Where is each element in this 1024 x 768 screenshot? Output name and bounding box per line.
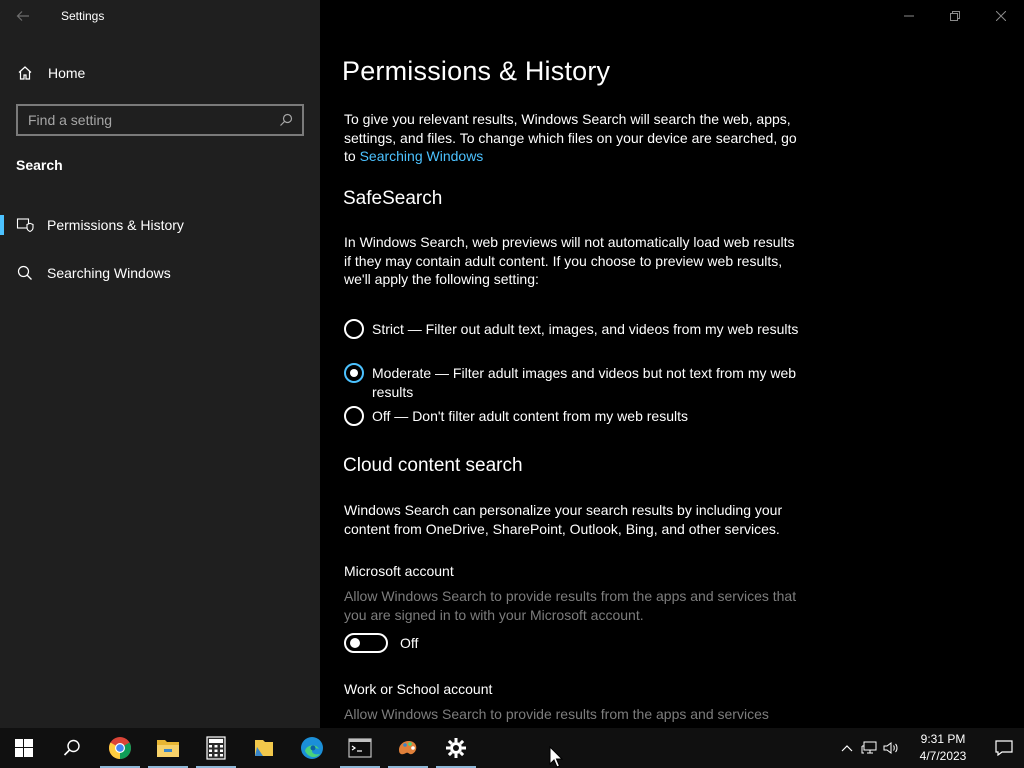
sidebar-item-permissions-history[interactable]: Permissions & History	[0, 205, 320, 245]
back-arrow-icon	[16, 11, 29, 21]
settings-sidebar: Settings Home Search Permissions & Histo…	[0, 0, 320, 728]
page-title: Permissions & History	[342, 56, 611, 86]
taskbar-settings[interactable]	[432, 728, 480, 768]
chevron-up-icon	[841, 745, 853, 752]
settings-icon	[446, 738, 466, 758]
taskbar-folder-app[interactable]	[240, 728, 288, 768]
find-setting-input[interactable]	[28, 112, 278, 128]
back-button[interactable]	[0, 0, 46, 32]
taskbar-calculator[interactable]	[192, 728, 240, 768]
volume-button[interactable]	[880, 728, 902, 768]
edge-icon	[301, 737, 323, 759]
microsoft-account-toggle[interactable]	[344, 633, 388, 653]
sidebar-item-searching-windows[interactable]: Searching Windows	[0, 253, 320, 293]
start-button[interactable]	[0, 728, 48, 768]
taskbar-paint-app[interactable]	[384, 728, 432, 768]
find-setting-box[interactable]	[16, 104, 304, 136]
search-icon	[63, 739, 80, 756]
taskbar-edge[interactable]	[288, 728, 336, 768]
app-title: Settings	[61, 9, 105, 23]
taskbar: 9:31 PM 4/7/2023	[0, 728, 1024, 768]
folder-app-icon	[255, 740, 273, 756]
safesearch-option-moderate[interactable]: Moderate — Filter adult images and video…	[344, 363, 804, 401]
network-icon	[861, 741, 877, 754]
taskbar-search-button[interactable]	[48, 728, 96, 768]
taskbar-chrome[interactable]	[96, 728, 144, 768]
clock-date: 4/7/2023	[919, 749, 967, 763]
search-icon	[16, 264, 34, 282]
safesearch-description: In Windows Search, web previews will not…	[344, 234, 795, 287]
clock-time: 9:31 PM	[920, 732, 966, 746]
cloud-search-heading: Cloud content search	[343, 455, 523, 476]
safesearch-option-strict[interactable]: Strict — Filter out adult text, images, …	[344, 319, 804, 339]
system-tray: 9:31 PM 4/7/2023	[836, 728, 1024, 768]
calculator-icon	[206, 736, 226, 760]
network-button[interactable]	[858, 728, 880, 768]
intro-text: To give you relevant results, Windows Se…	[344, 110, 804, 166]
radio-off[interactable]	[344, 406, 364, 426]
show-hidden-icons-button[interactable]	[836, 728, 858, 768]
terminal-icon	[348, 738, 372, 758]
volume-icon	[883, 742, 898, 754]
radio-label: Strict — Filter out adult text, images, …	[372, 321, 799, 337]
microsoft-account-toggle-row: Off	[344, 633, 418, 653]
titlebar: Settings	[0, 0, 320, 32]
radio-moderate[interactable]	[344, 363, 364, 383]
paint-icon	[399, 740, 417, 755]
searching-windows-link[interactable]: Searching Windows	[360, 148, 484, 164]
radio-strict[interactable]	[344, 319, 364, 339]
safesearch-option-off[interactable]: Off — Don't filter adult content from my…	[344, 406, 804, 426]
radio-label: Moderate — Filter adult images and video…	[372, 365, 797, 400]
action-center-button[interactable]	[984, 728, 1024, 768]
home-icon	[16, 64, 34, 82]
home-nav-item[interactable]: Home	[0, 58, 320, 88]
sidebar-item-label: Permissions & History	[47, 217, 184, 233]
search-icon[interactable]	[278, 112, 294, 128]
clock[interactable]: 9:31 PM 4/7/2023	[908, 731, 978, 765]
radio-label: Off — Don't filter adult content from my…	[372, 408, 688, 424]
taskbar-terminal[interactable]	[336, 728, 384, 768]
work-account-description: Allow Windows Search to provide results …	[344, 706, 769, 722]
microsoft-account-label: Microsoft account	[344, 563, 454, 579]
sidebar-item-label: Searching Windows	[47, 265, 171, 281]
mouse-cursor-icon	[549, 746, 563, 768]
safesearch-heading: SafeSearch	[343, 188, 443, 209]
cloud-search-description: Windows Search can personalize your sear…	[344, 502, 783, 537]
section-label: Search	[16, 157, 63, 173]
work-account-label: Work or School account	[344, 681, 493, 697]
chrome-icon	[109, 737, 131, 759]
taskbar-file-explorer[interactable]	[144, 728, 192, 768]
notification-icon	[995, 740, 1013, 756]
file-explorer-icon	[157, 740, 179, 757]
shield-icon	[16, 216, 34, 234]
home-label: Home	[48, 65, 86, 81]
toggle-state-label: Off	[400, 635, 419, 651]
main-content: Permissions & History To give you releva…	[320, 0, 1024, 728]
microsoft-account-description: Allow Windows Search to provide results …	[344, 588, 797, 623]
start-icon	[15, 739, 33, 757]
